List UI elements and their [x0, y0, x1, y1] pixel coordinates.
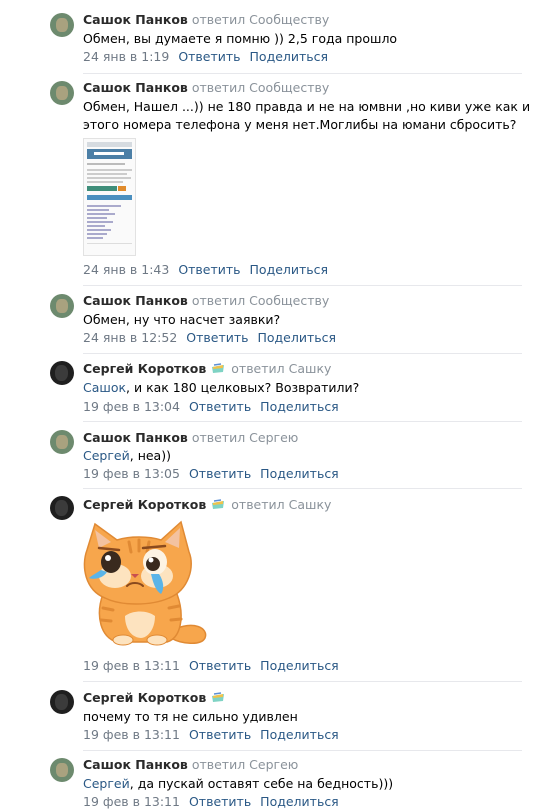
comment-date[interactable]: 19 фев в 13:04 — [83, 399, 180, 414]
share-button[interactable]: Поделиться — [260, 727, 339, 742]
share-button[interactable]: Поделиться — [257, 330, 336, 345]
comment-text: Обмен, вы думаете я помню )) 2,5 года пр… — [83, 31, 398, 46]
share-button[interactable]: Поделиться — [250, 49, 329, 64]
comment-header: Сашок Панков ответил Сообществу — [83, 80, 329, 95]
mention-link[interactable]: Сергей — [83, 448, 130, 463]
comment-header: Сашок Панков ответил Сергею — [83, 430, 298, 445]
crying-cat-sticker[interactable] — [81, 520, 211, 646]
comment-header: Сашок Панков ответил Сообществу — [83, 293, 329, 308]
avatar[interactable] — [50, 13, 74, 37]
replied-to[interactable]: ответил Сообществу — [192, 80, 329, 95]
comment-header: Сашок Панков ответил Сергею — [83, 757, 298, 772]
verified-icon — [212, 692, 225, 702]
avatar[interactable] — [50, 361, 74, 385]
replied-to[interactable]: ответил Сашку — [231, 361, 331, 376]
share-button[interactable]: Поделиться — [260, 794, 339, 809]
comment-text: Обмен, ну что насчет заявки? — [83, 312, 281, 327]
comment-date[interactable]: 19 фев в 13:05 — [83, 466, 180, 481]
replied-to[interactable]: ответил Сообществу — [192, 12, 329, 27]
author-link[interactable]: Сергей Коротков — [83, 361, 206, 376]
comment-meta: 19 фев в 13:04 Ответить Поделиться — [83, 399, 339, 414]
author-link[interactable]: Сашок Панков — [83, 293, 188, 308]
divider — [83, 285, 522, 286]
reply-button[interactable]: Ответить — [189, 466, 251, 481]
comment-meta: 24 янв в 1:43 Ответить Поделиться — [83, 262, 328, 277]
avatar[interactable] — [50, 690, 74, 714]
share-button[interactable]: Поделиться — [260, 466, 339, 481]
verified-icon — [212, 363, 225, 373]
comment-meta: 24 янв в 12:52 Ответить Поделиться — [83, 330, 336, 345]
comment-meta: 19 фев в 13:11 Ответить Поделиться — [83, 794, 339, 809]
comment-date[interactable]: 19 фев в 13:11 — [83, 658, 180, 673]
author-link[interactable]: Сашок Панков — [83, 12, 188, 27]
comment-text-line: этого номера телефона у меня нет.Моглибы… — [83, 117, 517, 132]
comment-date[interactable]: 24 янв в 1:19 — [83, 49, 169, 64]
comment-text: Сергей, неа)) — [83, 448, 171, 463]
replied-to[interactable]: ответил Сергею — [192, 430, 299, 445]
comment-date[interactable]: 19 фев в 13:11 — [83, 794, 180, 809]
comment-text-rest: , да пускай оставят себе на бедность))) — [129, 776, 394, 791]
share-button[interactable]: Поделиться — [250, 262, 329, 277]
share-button[interactable]: Поделиться — [260, 399, 339, 414]
comment-date[interactable]: 19 фев в 13:11 — [83, 727, 180, 742]
author-link[interactable]: Сашок Панков — [83, 80, 188, 95]
replied-to[interactable]: ответил Сергею — [192, 757, 299, 772]
divider — [83, 681, 522, 682]
avatar[interactable] — [50, 496, 74, 520]
author-link[interactable]: Сашок Панков — [83, 757, 188, 772]
replied-to[interactable]: ответил Сашку — [231, 497, 331, 512]
comment-header: Сашок Панков ответил Сообществу — [83, 12, 329, 27]
share-button[interactable]: Поделиться — [260, 658, 339, 673]
reply-button[interactable]: Ответить — [186, 330, 248, 345]
comment-meta: 24 янв в 1:19 Ответить Поделиться — [83, 49, 328, 64]
divider — [83, 421, 522, 422]
comment-meta: 19 фев в 13:05 Ответить Поделиться — [83, 466, 339, 481]
comment-text: Сашок, и как 180 целковых? Возвратили? — [83, 380, 359, 395]
screenshot-image[interactable] — [83, 138, 136, 256]
divider — [83, 353, 522, 354]
comment-date[interactable]: 24 янв в 1:43 — [83, 262, 169, 277]
avatar[interactable] — [50, 81, 74, 105]
comment-header: Сергей Коротков ответил Сашку — [83, 497, 331, 512]
reply-button[interactable]: Ответить — [189, 794, 251, 809]
comment-text-line: Обмен, Нашел ...)) не 180 правда и не на… — [83, 99, 531, 114]
avatar[interactable] — [50, 758, 74, 782]
avatar[interactable] — [50, 430, 74, 454]
verified-icon — [212, 499, 225, 509]
mention-link[interactable]: Сашок — [83, 380, 126, 395]
comment-text: почему то тя не сильно удивлен — [83, 709, 298, 724]
comment-text: Сергей, да пускай оставят себе на беднос… — [83, 776, 393, 791]
divider — [83, 73, 522, 74]
author-link[interactable]: Сашок Панков — [83, 430, 188, 445]
author-link[interactable]: Сергей Коротков — [83, 497, 206, 512]
comment-text-rest: , и как 180 целковых? Возвратили? — [126, 380, 360, 395]
reply-button[interactable]: Ответить — [189, 399, 251, 414]
reply-button[interactable]: Ответить — [178, 49, 240, 64]
comment-meta: 19 фев в 13:11 Ответить Поделиться — [83, 658, 339, 673]
author-link[interactable]: Сергей Коротков — [83, 690, 206, 705]
replied-to[interactable]: ответил Сообществу — [192, 293, 329, 308]
avatar[interactable] — [50, 294, 74, 318]
comment-header: Сергей Коротков ответил Сашку — [83, 361, 331, 376]
comment-header: Сергей Коротков — [83, 690, 227, 705]
comment-date[interactable]: 24 янв в 12:52 — [83, 330, 177, 345]
reply-button[interactable]: Ответить — [189, 658, 251, 673]
comment-text-rest: , неа)) — [129, 448, 171, 463]
divider — [83, 750, 522, 751]
mention-link[interactable]: Сергей — [83, 776, 130, 791]
screenshot-thumbnail-graphic — [84, 139, 135, 255]
reply-button[interactable]: Ответить — [178, 262, 240, 277]
divider — [83, 488, 522, 489]
reply-button[interactable]: Ответить — [189, 727, 251, 742]
comment-meta: 19 фев в 13:11 Ответить Поделиться — [83, 727, 339, 742]
